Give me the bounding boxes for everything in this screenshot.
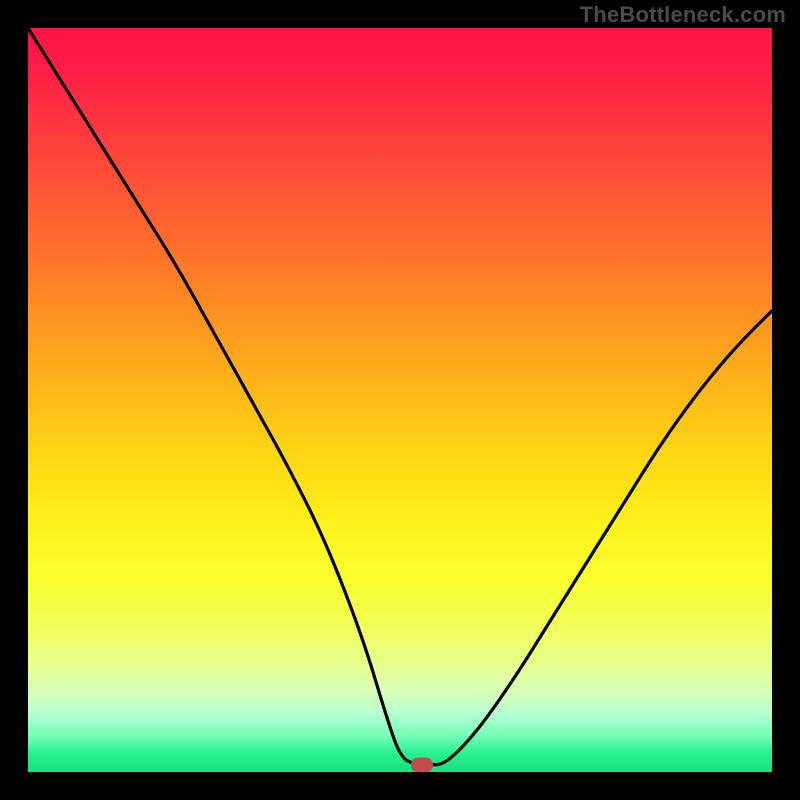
curve-path (28, 28, 772, 765)
plot-area (28, 28, 772, 772)
optimum-marker (411, 757, 433, 772)
chart-frame: TheBottleneck.com (0, 0, 800, 800)
bottleneck-curve (28, 28, 772, 772)
watermark-text: TheBottleneck.com (580, 2, 786, 28)
